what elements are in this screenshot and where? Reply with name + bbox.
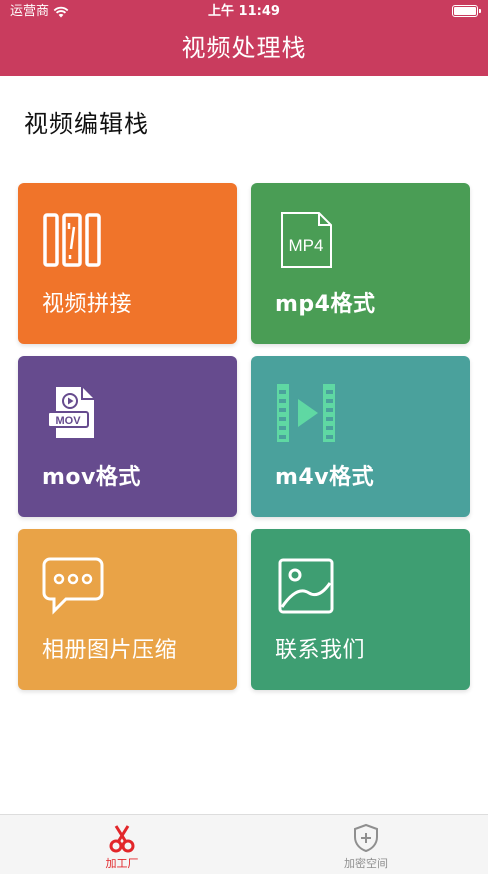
tile-label: 视频拼接	[42, 292, 133, 317]
tile-label: mov格式	[42, 465, 141, 490]
tile-mov-format[interactable]: MOV mov格式	[18, 356, 237, 517]
tile-album-compress[interactable]: 相册图片压缩	[18, 529, 237, 690]
tile-label: m4v格式	[275, 465, 375, 490]
tab-label: 加密空间	[344, 857, 388, 870]
page-title: 视频处理栈	[181, 34, 307, 62]
header-bar: 运营商 上午 11:49 视频处理栈	[0, 0, 488, 76]
chat-bubble-icon	[42, 557, 104, 615]
video-play-icon	[277, 384, 335, 442]
mp4-icon-text: MP4	[289, 236, 324, 255]
tile-label: 相册图片压缩	[42, 638, 178, 663]
tab-bar: 加工厂 加密空间	[0, 814, 488, 874]
mp4-file-icon: MP4	[281, 212, 332, 268]
shield-plus-icon	[354, 823, 378, 853]
tile-m4v-format[interactable]: m4v格式	[251, 356, 470, 517]
image-icon	[278, 558, 334, 614]
app-screen: 运营商 上午 11:49 视频处理栈 视频编辑栈 视频拼接 MP4 mp4格式 …	[0, 0, 488, 874]
tile-mp4-format[interactable]: MP4 mp4格式	[251, 183, 470, 344]
mov-file-icon: MOV	[47, 387, 94, 438]
tab-label: 加工厂	[105, 857, 139, 870]
tile-contact-us[interactable]: 联系我们	[251, 529, 470, 690]
tile-label: mp4格式	[275, 292, 376, 317]
tab-workshop[interactable]: 加工厂	[0, 815, 244, 874]
section-title: 视频编辑栈	[24, 110, 149, 138]
tile-label: 联系我们	[275, 638, 366, 663]
battery-icon	[452, 5, 481, 17]
mov-icon-text: MOV	[55, 415, 81, 427]
film-strip-icon	[43, 213, 101, 267]
tile-video-splice[interactable]: 视频拼接	[18, 183, 237, 344]
scissors-icon	[109, 825, 135, 853]
tab-encrypted-space[interactable]: 加密空间	[244, 815, 488, 874]
status-time: 上午 11:49	[208, 4, 280, 19]
